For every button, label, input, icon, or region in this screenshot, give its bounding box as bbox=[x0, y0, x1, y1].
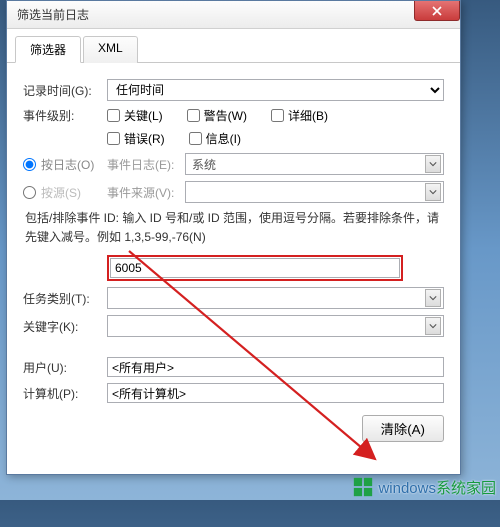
watermark: windows系统家园 bbox=[352, 476, 496, 498]
user-input[interactable] bbox=[107, 357, 444, 377]
windows-logo-icon bbox=[352, 476, 374, 498]
event-source-combo[interactable] bbox=[185, 181, 444, 203]
level-error-checkbox[interactable]: 错误(R) bbox=[107, 130, 165, 147]
logged-time-label: 记录时间(G): bbox=[23, 82, 107, 99]
user-label: 用户(U): bbox=[23, 359, 107, 376]
close-icon bbox=[432, 6, 442, 16]
event-id-input[interactable] bbox=[110, 258, 400, 278]
event-log-combo[interactable]: 系统 bbox=[185, 153, 444, 175]
computer-label: 计算机(P): bbox=[23, 385, 107, 402]
by-source-radio[interactable]: 按源(S) bbox=[23, 184, 107, 201]
task-category-dropdown-btn[interactable] bbox=[425, 289, 441, 307]
level-warning-checkbox[interactable]: 警告(W) bbox=[187, 107, 247, 124]
event-source-dropdown-btn[interactable] bbox=[425, 183, 441, 201]
close-button[interactable] bbox=[414, 1, 460, 21]
tab-strip: 筛选器 XML bbox=[7, 29, 460, 63]
computer-input[interactable] bbox=[107, 383, 444, 403]
level-info-checkbox[interactable]: 信息(I) bbox=[189, 130, 241, 147]
by-log-radio[interactable]: 按日志(O) bbox=[23, 156, 107, 173]
logged-time-select[interactable]: 任何时间 bbox=[107, 79, 444, 101]
window-title: 筛选当前日志 bbox=[17, 6, 89, 23]
dialog-content: 记录时间(G): 任何时间 事件级别: 关键(L) 警告(W) 详细(B) 错误… bbox=[7, 63, 460, 452]
clear-button[interactable]: 清除(A) bbox=[362, 415, 444, 442]
keyword-label: 关键字(K): bbox=[23, 318, 107, 335]
event-log-value: 系统 bbox=[188, 156, 425, 173]
dialog-window: 筛选当前日志 筛选器 XML 记录时间(G): 任何时间 事件级别: 关键(L)… bbox=[6, 0, 461, 475]
tab-xml[interactable]: XML bbox=[83, 36, 138, 63]
keyword-dropdown-btn[interactable] bbox=[425, 317, 441, 335]
level-critical-checkbox[interactable]: 关键(L) bbox=[107, 107, 163, 124]
event-level-label: 事件级别: bbox=[23, 107, 107, 124]
chevron-down-icon bbox=[429, 188, 437, 196]
event-id-help: 包括/排除事件 ID: 输入 ID 号和/或 ID 范围，使用逗号分隔。若要排除… bbox=[25, 209, 442, 247]
level-verbose-checkbox[interactable]: 详细(B) bbox=[271, 107, 328, 124]
task-category-label: 任务类别(T): bbox=[23, 290, 107, 307]
task-category-combo[interactable] bbox=[107, 287, 444, 309]
event-log-label: 事件日志(E): bbox=[107, 156, 185, 173]
event-level-group: 关键(L) 警告(W) 详细(B) bbox=[107, 107, 444, 124]
keyword-combo[interactable] bbox=[107, 315, 444, 337]
event-id-highlight bbox=[107, 255, 403, 281]
event-source-label: 事件来源(V): bbox=[107, 184, 185, 201]
chevron-down-icon bbox=[429, 294, 437, 302]
tab-filter[interactable]: 筛选器 bbox=[15, 36, 81, 63]
chevron-down-icon bbox=[429, 322, 437, 330]
titlebar: 筛选当前日志 bbox=[7, 1, 460, 29]
event-log-dropdown-btn[interactable] bbox=[425, 155, 441, 173]
chevron-down-icon bbox=[429, 160, 437, 168]
watermark-text: windows系统家园 bbox=[378, 477, 496, 498]
